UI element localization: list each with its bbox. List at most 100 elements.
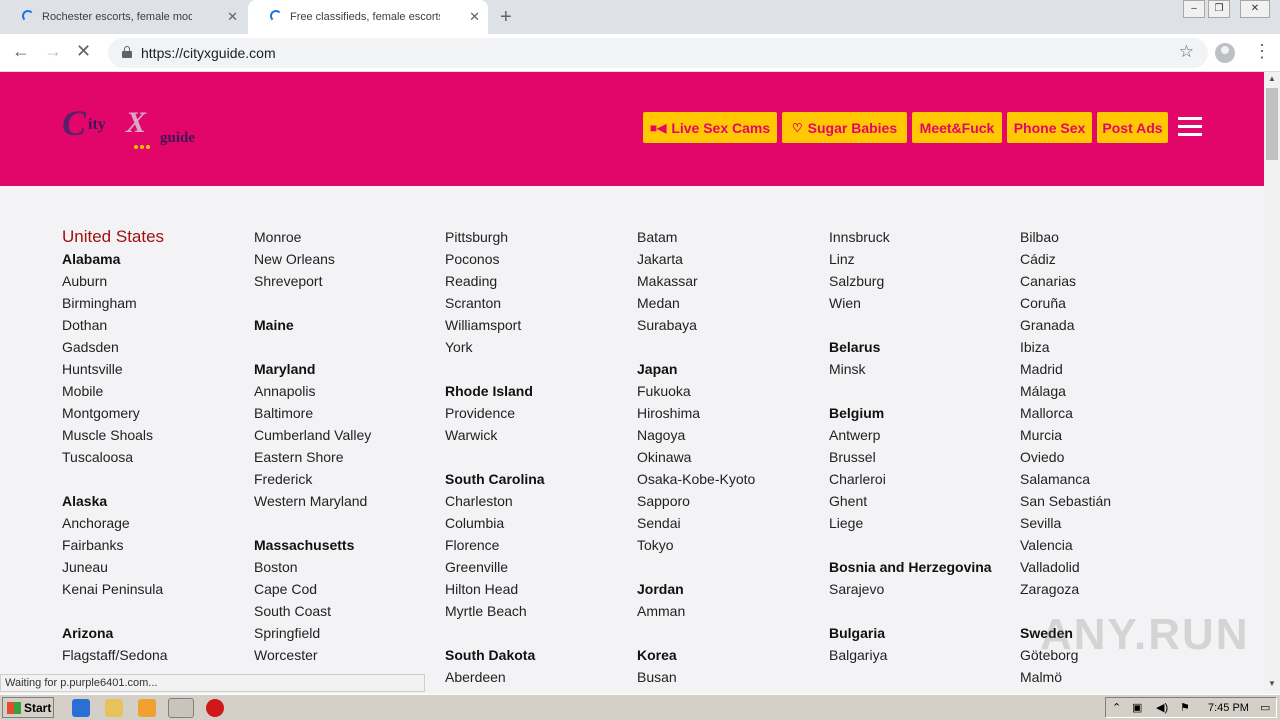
city-link[interactable]: Florence (445, 534, 635, 556)
city-link[interactable]: Zaragoza (1020, 578, 1210, 600)
city-link[interactable]: Annapolis (254, 380, 444, 402)
region-heading[interactable]: Maine (254, 314, 444, 336)
city-link[interactable]: Aberdeen (445, 666, 635, 688)
city-link[interactable]: Charleroi (829, 468, 1019, 490)
city-link[interactable]: New Orleans (254, 248, 444, 270)
city-link[interactable]: Coruña (1020, 292, 1210, 314)
region-heading[interactable]: South Dakota (445, 644, 635, 666)
city-link[interactable]: Medan (637, 292, 827, 314)
city-link[interactable]: Ghent (829, 490, 1019, 512)
city-link[interactable]: York (445, 336, 635, 358)
region-heading[interactable]: Rhode Island (445, 380, 635, 402)
opera-icon[interactable] (206, 699, 224, 717)
city-link[interactable]: Wien (829, 292, 1019, 314)
region-heading[interactable]: Bosnia and Herzegovina (829, 556, 1019, 578)
city-link[interactable]: Balgariya (829, 644, 1019, 666)
city-link[interactable]: Malmö (1020, 666, 1210, 688)
site-logo[interactable]: C ity X guide (62, 102, 207, 158)
city-link[interactable]: Auburn (62, 270, 252, 292)
city-link[interactable]: Bilbao (1020, 226, 1210, 248)
sugar-babies-button[interactable]: ♡ Sugar Babies (782, 112, 907, 143)
city-link[interactable]: Cádiz (1020, 248, 1210, 270)
city-link[interactable]: Cape Cod (254, 578, 444, 600)
city-link[interactable]: Boston (254, 556, 444, 578)
city-link[interactable]: Cumberland Valley (254, 424, 444, 446)
city-link[interactable]: Pittsburgh (445, 226, 635, 248)
post-ads-button[interactable]: Post Ads (1097, 112, 1168, 143)
scrollbar-thumb[interactable] (1266, 88, 1278, 160)
city-link[interactable]: Birmingham (62, 292, 252, 314)
chrome-icon[interactable] (168, 698, 194, 718)
city-link[interactable]: Nagoya (637, 424, 827, 446)
city-link[interactable]: Madrid (1020, 358, 1210, 380)
region-heading[interactable]: Alaska (62, 490, 252, 512)
phone-sex-button[interactable]: Phone Sex (1007, 112, 1092, 143)
city-link[interactable]: Liege (829, 512, 1019, 534)
start-button[interactable]: Start (2, 697, 54, 718)
region-heading[interactable]: Arizona (62, 622, 252, 644)
url-text[interactable]: https://cityxguide.com (141, 45, 276, 61)
city-link[interactable]: San Sebastián (1020, 490, 1210, 512)
city-link[interactable]: Shreveport (254, 270, 444, 292)
city-link[interactable]: Valencia (1020, 534, 1210, 556)
city-link[interactable]: Okinawa (637, 446, 827, 468)
close-window-button[interactable]: ✕ (1240, 0, 1270, 18)
city-link[interactable]: Salzburg (829, 270, 1019, 292)
region-heading[interactable]: Belgium (829, 402, 1019, 424)
meet-fuck-button[interactable]: Meet&Fuck (912, 112, 1002, 143)
region-heading[interactable]: South Carolina (445, 468, 635, 490)
media-player-icon[interactable] (138, 699, 156, 717)
scroll-up-icon[interactable]: ▲ (1268, 74, 1276, 83)
volume-icon[interactable]: ◀) (1156, 701, 1168, 714)
city-link[interactable]: Scranton (445, 292, 635, 314)
tab-cityxguide[interactable]: Free classifieds, female escorts, fem ✕ (248, 0, 488, 34)
city-link[interactable]: Hiroshima (637, 402, 827, 424)
folder-icon[interactable] (105, 699, 123, 717)
vertical-scrollbar[interactable]: ▲ ▼ (1264, 72, 1280, 690)
clock[interactable]: 7:45 PM (1208, 702, 1249, 714)
flag-icon[interactable]: ⚑ (1180, 701, 1190, 714)
city-link[interactable]: Baltimore (254, 402, 444, 424)
city-link[interactable]: Fairbanks (62, 534, 252, 556)
show-desktop-icon[interactable]: ▭ (1260, 701, 1270, 714)
city-link[interactable]: Sapporo (637, 490, 827, 512)
region-heading[interactable]: Jordan (637, 578, 827, 600)
ie-icon[interactable] (72, 699, 90, 717)
city-link[interactable]: Flagstaff/Sedona (62, 644, 252, 666)
city-link[interactable]: Myrtle Beach (445, 600, 635, 622)
city-link[interactable]: Monroe (254, 226, 444, 248)
city-link[interactable]: Hilton Head (445, 578, 635, 600)
city-link[interactable]: Linz (829, 248, 1019, 270)
city-link[interactable]: Jakarta (637, 248, 827, 270)
city-link[interactable]: Málaga (1020, 380, 1210, 402)
network-icon[interactable]: ▣ (1132, 701, 1142, 714)
region-heading[interactable]: Belarus (829, 336, 1019, 358)
city-link[interactable]: Brussel (829, 446, 1019, 468)
live-sex-cams-button[interactable]: ■◀ Live Sex Cams (643, 112, 777, 143)
city-link[interactable]: Anchorage (62, 512, 252, 534)
city-link[interactable]: Gadsden (62, 336, 252, 358)
city-link[interactable]: Mobile (62, 380, 252, 402)
close-tab-icon[interactable]: ✕ (469, 9, 480, 25)
city-link[interactable]: Muscle Shoals (62, 424, 252, 446)
city-link[interactable]: Juneau (62, 556, 252, 578)
bookmark-star-icon[interactable]: ☆ (1179, 42, 1194, 62)
city-link[interactable]: Sendai (637, 512, 827, 534)
scroll-down-icon[interactable]: ▼ (1268, 679, 1276, 688)
city-link[interactable]: Makassar (637, 270, 827, 292)
city-link[interactable]: Williamsport (445, 314, 635, 336)
city-link[interactable]: Warwick (445, 424, 635, 446)
city-link[interactable]: Kenai Peninsula (62, 578, 252, 600)
new-tab-button[interactable]: + (500, 6, 512, 29)
close-tab-icon[interactable]: ✕ (227, 9, 238, 25)
city-link[interactable]: Canarias (1020, 270, 1210, 292)
city-link[interactable]: Montgomery (62, 402, 252, 424)
minimize-button[interactable]: ‒ (1183, 0, 1205, 18)
city-link[interactable]: Sevilla (1020, 512, 1210, 534)
city-link[interactable]: Frederick (254, 468, 444, 490)
city-link[interactable]: Eastern Shore (254, 446, 444, 468)
address-bar[interactable]: https://cityxguide.com ☆ (108, 38, 1208, 68)
restore-button[interactable]: ❐ (1208, 0, 1230, 18)
profile-avatar-icon[interactable] (1215, 43, 1235, 63)
city-link[interactable]: Charleston (445, 490, 635, 512)
